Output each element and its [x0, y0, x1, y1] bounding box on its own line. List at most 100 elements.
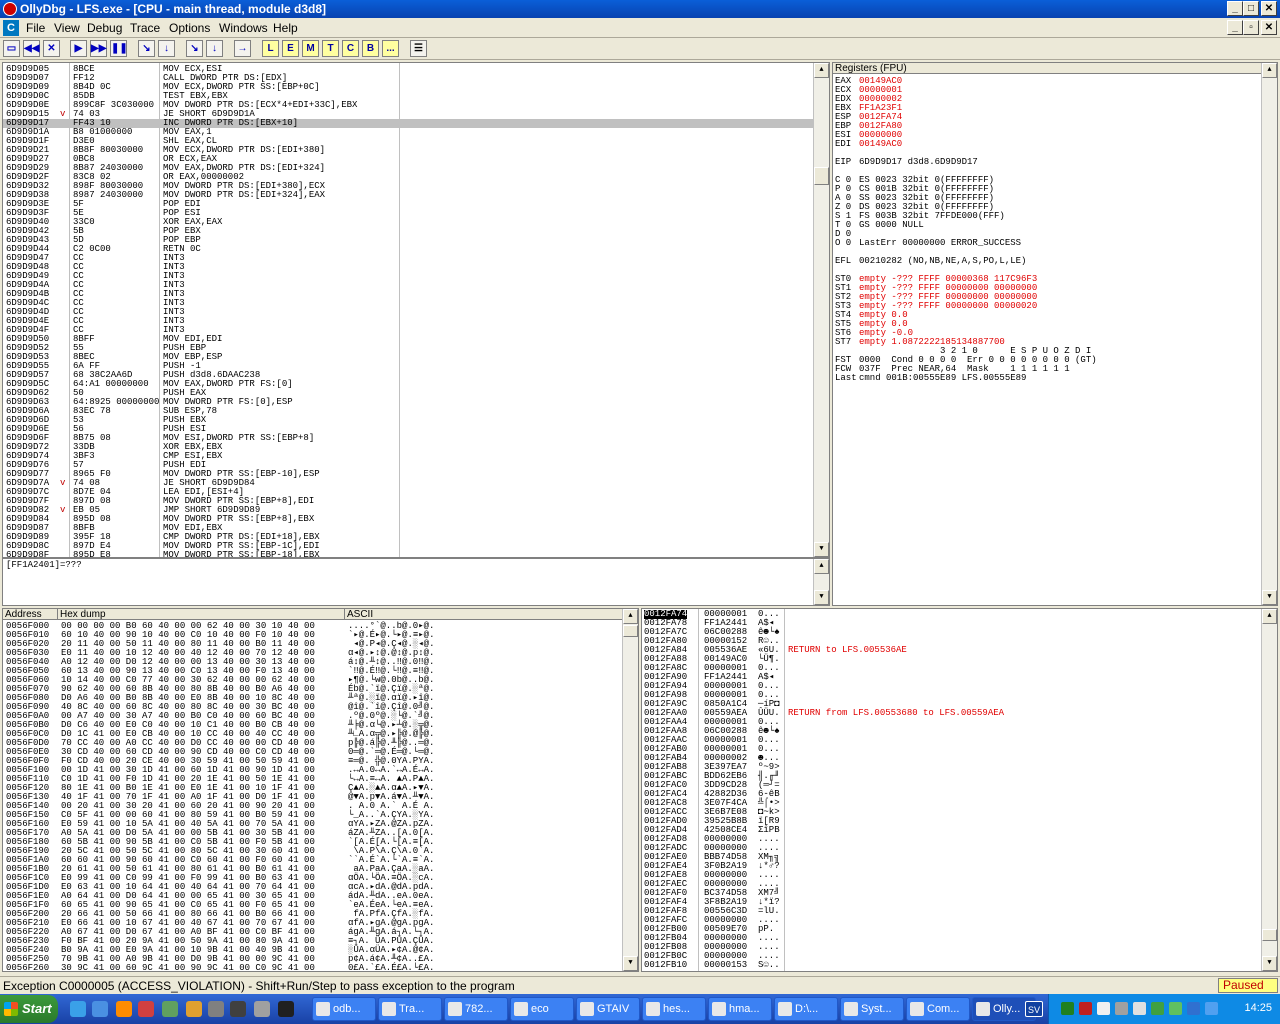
app2-quicklaunch-icon[interactable]	[230, 1001, 246, 1017]
list-icon[interactable]: ☰	[410, 40, 427, 57]
breakpoints-window-button[interactable]: B	[362, 40, 379, 57]
register-line[interactable]: O 0 LastErr 00000000 ERROR_SUCCESS	[835, 239, 1261, 248]
scroll-thumb[interactable]	[814, 167, 829, 185]
disasm-row[interactable]: 6D9D9D47 CC INT3	[3, 254, 815, 263]
stack-row[interactable]: 0012FB10 00000153 S☺..	[642, 961, 1262, 970]
scroll-up-icon[interactable]: ▲	[1262, 63, 1277, 78]
stack-scrollbar[interactable]: ▲ ▼	[1261, 609, 1277, 971]
scroll-up-icon[interactable]: ▲	[814, 63, 829, 78]
disasm-row[interactable]: 6D9D9D05 8BCE MOV ECX,ESI	[3, 65, 815, 74]
tray-volume-icon[interactable]	[1133, 1002, 1146, 1015]
step-over-icon[interactable]: ↓	[158, 40, 175, 57]
taskbar-button[interactable]: odb...	[312, 997, 376, 1021]
execute-till-return-icon[interactable]: →	[234, 40, 251, 57]
disasm-row[interactable]: 6D9D9D53 8BEC MOV EBP,ESP	[3, 353, 815, 362]
taskbar-button[interactable]: hma...	[708, 997, 772, 1021]
register-value[interactable]: cmnd 001B:00555E89 LFS.00555E89	[859, 374, 1026, 383]
tray-app5-icon[interactable]	[1187, 1002, 1200, 1015]
disasm-row[interactable]: 6D9D9D3E 5F POP EDI	[3, 200, 815, 209]
tray-app3-icon[interactable]	[1151, 1002, 1164, 1015]
disasm-row[interactable]: 6D9D9D40 33C0 XOR EAX,EAX	[3, 218, 815, 227]
disasm-row[interactable]: 6D9D9D38 8987 24030000 MOV DWORD PTR DS:[E…	[3, 191, 815, 200]
disasm-row[interactable]: 6D9D9D15 v 74 03 JE SHORT 6D9D9D1A	[3, 110, 815, 119]
dump-header-address[interactable]: Address	[3, 609, 58, 620]
explorer-quicklaunch-icon[interactable]	[162, 1001, 178, 1017]
register-line[interactable]: EDI 00149AC0	[835, 140, 1261, 149]
tray-security-icon[interactable]	[1079, 1002, 1092, 1015]
disasm-row[interactable]: 6D9D9D09 8B4D 0C MOV ECX,DWORD PTR SS:[EBP…	[3, 83, 815, 92]
mdi-minimize-button[interactable]: _	[1227, 20, 1243, 35]
disasm-row[interactable]: 6D9D9D49 CC INT3	[3, 272, 815, 281]
register-value[interactable]: GS 0000 NULL	[859, 221, 924, 230]
tray-app2-icon[interactable]	[1097, 1002, 1110, 1015]
disasm-row[interactable]: 6D9D9D6F 8B75 08 MOV ESI,DWORD PTR SS:[EBP…	[3, 434, 815, 443]
disasm-row[interactable]: 6D9D9D7F 897D 08 MOV DWORD PTR SS:[EBP+8],…	[3, 497, 815, 506]
tray-app-icon[interactable]	[1061, 1002, 1074, 1015]
threads-window-button[interactable]: T	[322, 40, 339, 57]
disasm-row[interactable]: 6D9D9D89 395F 18 CMP DWORD PTR DS:[EDI+18]…	[3, 533, 815, 542]
disasm-row[interactable]: 6D9D9D0E 899C8F 3C030000 MOV DWORD PTR DS:…	[3, 101, 815, 110]
app4-quicklaunch-icon[interactable]	[278, 1001, 294, 1017]
run-icon[interactable]: ▶	[70, 40, 87, 57]
scroll-thumb[interactable]	[1262, 929, 1277, 941]
disasm-row[interactable]: 6D9D9D3F 5E POP ESI	[3, 209, 815, 218]
scroll-up-icon[interactable]: ▲	[623, 609, 638, 624]
disasm-row[interactable]: 6D9D9D4C CC INT3	[3, 299, 815, 308]
scroll-up-icon[interactable]: ▲	[1262, 609, 1277, 624]
disasm-row[interactable]: 6D9D9D48 CC INT3	[3, 263, 815, 272]
disasm-row[interactable]: 6D9D9D1A B8 01000000 MOV EAX,1	[3, 128, 815, 137]
disasm-row[interactable]: 6D9D9D43 5D POP EBP	[3, 236, 815, 245]
disasm-row[interactable]: 6D9D9D4E CC INT3	[3, 317, 815, 326]
disasm-row[interactable]: 6D9D9D42 5B POP EBX	[3, 227, 815, 236]
mdi-close-button[interactable]: ✕	[1261, 20, 1277, 35]
disasm-row[interactable]: 6D9D9D7C 8D7E 04 LEA EDI,[ESI+4]	[3, 488, 815, 497]
trace-into-icon[interactable]: ↘	[186, 40, 203, 57]
step-into-icon[interactable]: ↘	[138, 40, 155, 57]
disasm-row[interactable]: 6D9D9D07 FF12 CALL DWORD PTR DS:[EDX]	[3, 74, 815, 83]
taskbar-button[interactable]: eco	[510, 997, 574, 1021]
registers-header[interactable]: Registers (FPU)	[833, 63, 1263, 74]
scroll-down-icon[interactable]: ▼	[1262, 590, 1277, 605]
disasm-row[interactable]: 6D9D9D44 C2 0C00 RETN 0C	[3, 245, 815, 254]
maximize-button[interactable]: □	[1243, 1, 1259, 16]
info-scrollbar[interactable]: ▲ ▼	[813, 559, 829, 605]
disasm-row[interactable]: 6D9D9D4F CC INT3	[3, 326, 815, 335]
disasm-row[interactable]: 6D9D9D77 8965 F0 MOV DWORD PTR SS:[EBP-10]…	[3, 470, 815, 479]
disasm-row[interactable]: 6D9D9D7A v 74 08 JE SHORT 6D9D9D84	[3, 479, 815, 488]
hex-dump-pane[interactable]: Address Hex dump ASCII 0056F000 00 00 00 …	[2, 608, 639, 972]
firefox-quicklaunch-icon[interactable]	[70, 1001, 86, 1017]
menu-file[interactable]: File	[26, 21, 45, 35]
dump-header-ascii[interactable]: ASCII	[345, 609, 623, 620]
scroll-down-icon[interactable]: ▼	[814, 590, 829, 605]
disasm-row[interactable]: 6D9D9D63 64:8925 00000000 MOV DWORD PTR FS…	[3, 398, 815, 407]
more-windows-button[interactable]: ...	[382, 40, 399, 57]
taskbar-button[interactable]: hes...	[642, 997, 706, 1021]
disasm-row[interactable]: 6D9D9D4B CC INT3	[3, 290, 815, 299]
app-quicklaunch-icon[interactable]	[208, 1001, 224, 1017]
modules-window-button[interactable]: E	[282, 40, 299, 57]
menu-view[interactable]: View	[54, 21, 80, 35]
cpu-window-icon[interactable]: C	[3, 20, 19, 36]
dump-header-hex[interactable]: Hex dump	[58, 609, 345, 620]
disasm-row[interactable]: 6D9D9D76 57 PUSH EDI	[3, 461, 815, 470]
menu-debug[interactable]: Debug	[87, 21, 122, 35]
start-button[interactable]: Start	[0, 995, 58, 1023]
disasm-row[interactable]: 6D9D9D74 3BF3 CMP ESI,EBX	[3, 452, 815, 461]
disasm-row[interactable]: 6D9D9D4D CC INT3	[3, 308, 815, 317]
ie-quicklaunch-icon[interactable]	[92, 1001, 108, 1017]
step-run-icon[interactable]: ▶▶	[90, 40, 107, 57]
window-titlebar[interactable]: OllyDbg - LFS.exe - [CPU - main thread, …	[0, 0, 1280, 18]
menu-trace[interactable]: Trace	[130, 21, 160, 35]
stack-pane[interactable]: 0012FA74 00000001 0... 0012FA78 FF1A2441 A$◂ …	[641, 608, 1278, 972]
ollydbg-app-icon[interactable]	[3, 2, 17, 16]
taskbar-button[interactable]: 782...	[444, 997, 508, 1021]
open-icon[interactable]: ▭	[3, 40, 20, 57]
mdi-restore-button[interactable]: ▫	[1243, 20, 1259, 35]
disasm-row[interactable]: 6D9D9D8F 895D E8 MOV DWORD PTR SS:[EBP-18]…	[3, 551, 815, 558]
tray-clock[interactable]: 14:25	[1244, 1002, 1272, 1014]
media-quicklaunch-icon[interactable]	[138, 1001, 154, 1017]
scroll-up-icon[interactable]: ▲	[814, 559, 829, 574]
scroll-down-icon[interactable]: ▼	[623, 956, 638, 971]
cpu-window-button[interactable]: C	[342, 40, 359, 57]
menu-windows[interactable]: Windows	[219, 21, 268, 35]
